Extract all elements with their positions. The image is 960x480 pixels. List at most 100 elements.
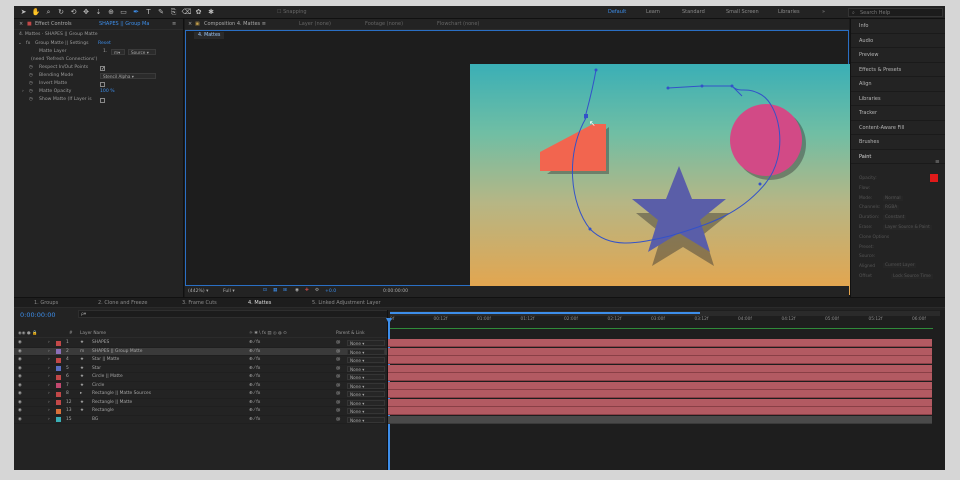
path-vertex[interactable] <box>758 182 762 186</box>
timeline-tab-3[interactable]: 3. Frame Cuts <box>182 300 217 306</box>
paint-option-value[interactable]: Constant <box>883 215 907 220</box>
layer-row[interactable]: ◉ › 7 ★ Circle ⊕ ⁄ fx @ None ▾ <box>14 382 387 391</box>
selection-tool-icon[interactable]: ➤ <box>19 8 28 17</box>
timeline-tab-5[interactable]: 5. Linked Adjustment Layer <box>312 300 381 306</box>
panel-content-aware-fill[interactable]: Content-Aware Fill <box>851 121 945 135</box>
column-layer-name-header[interactable]: Layer Name <box>80 330 106 338</box>
puppet-tool-icon[interactable]: ✱ <box>207 8 216 17</box>
layer-switches-icon[interactable]: ⊕ ⁄ fx <box>249 348 260 357</box>
paint-option-value[interactable]: RGBA <box>883 205 900 210</box>
label-color-swatch[interactable] <box>56 383 61 389</box>
label-color-swatch[interactable] <box>56 374 61 380</box>
tab-effect-controls[interactable]: Effect Controls <box>35 21 72 27</box>
fx-icon[interactable]: fx <box>26 40 30 48</box>
layer-switches-icon[interactable]: ⊕ ⁄ fx <box>249 382 260 391</box>
layer-duration-bar[interactable] <box>388 390 932 398</box>
matte-opacity-value[interactable]: 100 % <box>100 88 115 96</box>
layer-duration-bar[interactable] <box>388 339 932 347</box>
brush-tool-icon[interactable]: ✎ <box>157 8 166 17</box>
disclosure-right-icon[interactable]: › <box>48 339 50 348</box>
disclosure-right-icon[interactable]: › <box>48 365 50 374</box>
timeline-tab-2[interactable]: 2. Clone and Freeze <box>98 300 147 306</box>
paint-option-value[interactable]: Lock Source Time <box>891 274 933 279</box>
blending-mode-dropdown[interactable]: Stencil Alpha ▾ <box>100 73 156 79</box>
disclosure-right-icon[interactable]: › <box>48 407 50 416</box>
disclosure-right-icon[interactable]: › <box>48 373 50 382</box>
visibility-eye-icon[interactable]: ◉ <box>18 382 22 391</box>
disclosure-right-icon[interactable]: › <box>48 382 50 391</box>
work-area-range[interactable] <box>390 312 700 314</box>
clone-tool-icon[interactable]: ⎘ <box>169 8 178 17</box>
parent-dropdown[interactable]: None ▾ <box>347 357 385 364</box>
panel-menu-icon[interactable]: ≡ <box>172 21 176 27</box>
layer-row[interactable]: ◉ › 8 ▸ Rectangle || Matte Sources ⊕ ⁄ fx @ Non… <box>14 390 387 399</box>
rectangle-tool-icon[interactable]: ▭ <box>119 8 128 17</box>
label-color-swatch[interactable] <box>56 357 61 363</box>
paint-option-value[interactable]: Current Layer <box>883 263 917 268</box>
viewer-timecode[interactable]: 0:00:00:00 <box>383 289 408 294</box>
layer-row[interactable]: ◉ › 2 m SHAPES || Group Matte ⊕ ⁄ fx @ None ▾ <box>14 347 387 357</box>
roto-tool-icon[interactable]: ✿ <box>194 8 203 17</box>
pickwhip-icon[interactable]: @ <box>336 365 340 374</box>
hand-tool-icon[interactable]: ✋ <box>32 8 41 17</box>
disclosure-right-icon[interactable]: › <box>48 356 50 365</box>
parent-dropdown[interactable]: None ▾ <box>347 399 385 406</box>
layer-switches-icon[interactable]: ⊕ ⁄ fx <box>249 365 260 374</box>
parent-dropdown[interactable]: None ▾ <box>347 348 385 355</box>
parent-dropdown[interactable]: None ▾ <box>347 374 385 381</box>
visibility-eye-icon[interactable]: ◉ <box>18 390 22 399</box>
parent-dropdown[interactable]: None ▾ <box>347 340 385 347</box>
layer-name[interactable]: BG <box>92 416 232 425</box>
matte-source-dropdown[interactable]: Source ▾ <box>128 49 156 55</box>
layer-switches-icon[interactable]: ⊕ ⁄ fx <box>249 373 260 382</box>
close-panel-icon[interactable]: × <box>188 21 192 27</box>
parent-dropdown[interactable]: None ▾ <box>347 382 385 389</box>
parent-dropdown[interactable]: None ▾ <box>347 391 385 398</box>
visibility-eye-icon[interactable]: ◉ <box>18 416 22 425</box>
camera-snapshot-icon[interactable]: ◉ <box>295 288 299 293</box>
layer-name[interactable]: SHAPES || Group Matte <box>92 348 232 357</box>
visibility-eye-icon[interactable]: ◉ <box>18 356 22 365</box>
path-vertex[interactable] <box>730 84 734 88</box>
label-color-swatch[interactable] <box>56 340 61 346</box>
layer-duration-bar[interactable] <box>388 407 932 415</box>
gear-icon[interactable]: ⚙ <box>315 288 319 293</box>
label-color-swatch[interactable] <box>56 400 61 406</box>
column-parent-header[interactable]: Parent & Link <box>336 330 365 338</box>
path-vertex[interactable] <box>666 86 670 90</box>
stopwatch-icon[interactable]: ◷ <box>29 96 33 104</box>
path-handles[interactable] <box>667 85 743 97</box>
layer-name[interactable]: Circle || Matte <box>92 373 232 382</box>
label-color-swatch[interactable] <box>56 417 61 423</box>
visibility-eye-icon[interactable]: ◉ <box>18 399 22 408</box>
composition-canvas[interactable]: ↖ <box>470 64 881 295</box>
exposure-value[interactable]: +0.0 <box>325 289 336 294</box>
show-matte-checkbox[interactable] <box>100 97 105 103</box>
visibility-eye-icon[interactable]: ◉ <box>18 407 22 416</box>
layer-row[interactable]: ◉ › 6 ★ Circle || Matte ⊕ ⁄ fx @ None ▾ <box>14 373 387 382</box>
foreground-color-swatch[interactable] <box>929 173 939 183</box>
visibility-eye-icon[interactable]: ◉ <box>18 365 22 374</box>
effect-group-matte-settings[interactable]: ⌄ fx Group Matte || Settings Reset <box>14 40 184 48</box>
paint-option-value[interactable]: Normal <box>883 196 903 201</box>
path-vertex[interactable] <box>584 114 588 118</box>
pickwhip-icon[interactable]: @ <box>336 416 340 425</box>
tab-footage[interactable]: Footage (none) <box>365 21 403 27</box>
visibility-eye-icon[interactable]: ◉ <box>18 339 22 348</box>
workspace-default[interactable]: Default <box>608 9 626 15</box>
close-panel-icon[interactable]: × <box>19 21 23 27</box>
workspace-overflow-icon[interactable]: » <box>822 9 825 15</box>
panel-tracker[interactable]: Tracker <box>851 106 945 121</box>
label-color-swatch[interactable] <box>56 408 61 414</box>
pickwhip-icon[interactable]: @ <box>336 339 340 348</box>
disclosure-right-icon[interactable]: › <box>48 399 50 408</box>
path-vertex[interactable] <box>700 84 704 88</box>
layer-duration-bar[interactable] <box>388 364 932 373</box>
reset-button[interactable]: Reset <box>98 40 111 48</box>
tab-layer[interactable]: Layer (none) <box>299 21 331 27</box>
eraser-tool-icon[interactable]: ⌫ <box>182 8 192 17</box>
pickwhip-icon[interactable]: @ <box>336 407 340 416</box>
stopwatch-icon[interactable]: ◷ <box>29 64 33 72</box>
layer-switches-icon[interactable]: ⊕ ⁄ fx <box>249 399 260 408</box>
panel-effects-presets[interactable]: Effects & Presets <box>851 63 945 77</box>
